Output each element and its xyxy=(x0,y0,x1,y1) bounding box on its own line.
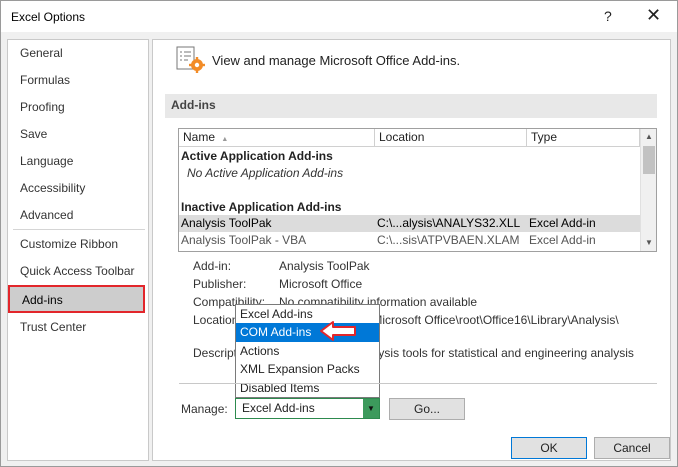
section-title: Add-ins xyxy=(171,98,216,112)
table-row[interactable]: Analysis ToolPak C:\...alysis\ANALYS32.X… xyxy=(179,215,640,232)
list-scrollbar[interactable]: ▲ ▼ xyxy=(640,129,656,251)
sort-ascending-icon: ▲ xyxy=(221,136,229,143)
addins-section-header: Add-ins xyxy=(165,94,657,118)
addin-label: Add-in: xyxy=(193,259,232,273)
row-type: Excel Add-in xyxy=(529,216,596,230)
divider xyxy=(179,383,657,384)
nav-item-accessibility[interactable]: Accessibility xyxy=(20,178,85,198)
column-header-location[interactable]: Location xyxy=(375,129,527,147)
dropdown-option-xml-expansion-packs[interactable]: XML Expansion Packs xyxy=(236,360,379,379)
nav-item-quick-access-toolbar[interactable]: Quick Access Toolbar xyxy=(20,261,135,281)
cancel-button[interactable]: Cancel xyxy=(594,437,670,459)
row-location: C:\...alysis\ANALYS32.XLL xyxy=(377,216,521,230)
nav-item-language[interactable]: Language xyxy=(20,151,73,171)
nav-item-addins[interactable]: Add-ins xyxy=(8,285,145,313)
go-button[interactable]: Go... xyxy=(389,398,465,420)
annotation-arrow-icon xyxy=(320,321,356,341)
title-bar: Excel Options ? ✕ xyxy=(1,1,677,32)
nav-item-save[interactable]: Save xyxy=(20,124,47,144)
group-active-empty: No Active Application Add-ins xyxy=(187,166,344,180)
nav-item-proofing[interactable]: Proofing xyxy=(20,97,65,117)
manage-combobox[interactable]: Excel Add-ins ▼ xyxy=(235,398,380,419)
dropdown-option-actions[interactable]: Actions xyxy=(236,342,379,361)
nav-item-customize-ribbon[interactable]: Customize Ribbon xyxy=(20,234,118,254)
scroll-down-arrow-icon[interactable]: ▼ xyxy=(641,235,656,251)
table-row[interactable]: Analysis ToolPak - VBA C:\...sis\ATPVBAE… xyxy=(179,232,640,249)
column-header-name[interactable]: Name ▲ xyxy=(179,129,375,147)
nav-item-advanced[interactable]: Advanced xyxy=(20,205,73,225)
nav-item-general[interactable]: General xyxy=(20,43,63,63)
row-name: Analysis ToolPak - VBA xyxy=(181,233,307,247)
nav-item-formulas[interactable]: Formulas xyxy=(20,70,70,90)
column-type-label: Type xyxy=(531,130,558,144)
close-button[interactable]: ✕ xyxy=(646,5,661,26)
scroll-up-arrow-icon[interactable]: ▲ xyxy=(641,129,656,145)
nav-item-addins-label: Add-ins xyxy=(22,293,63,307)
addins-list[interactable]: Name ▲ Location Type Active Application … xyxy=(178,128,657,252)
column-header-type[interactable]: Type xyxy=(527,129,640,147)
window-title: Excel Options xyxy=(11,10,86,24)
nav-item-trust-center[interactable]: Trust Center xyxy=(20,317,86,337)
page-heading: View and manage Microsoft Office Add-ins… xyxy=(212,53,461,68)
manage-selected-value: Excel Add-ins xyxy=(242,401,315,415)
help-button[interactable]: ? xyxy=(604,8,612,24)
row-type: Excel Add-in xyxy=(529,233,596,247)
scroll-thumb[interactable] xyxy=(643,146,655,174)
publisher-value: Microsoft Office xyxy=(279,277,363,291)
ok-button[interactable]: OK xyxy=(511,437,587,459)
column-location-label: Location xyxy=(379,130,425,144)
column-name-label: Name xyxy=(183,130,216,144)
dropdown-option-disabled-items[interactable]: Disabled Items xyxy=(236,379,379,398)
manage-label: Manage: xyxy=(181,402,228,416)
nav-divider xyxy=(13,229,145,230)
group-inactive-addins: Inactive Application Add-ins xyxy=(181,200,342,214)
go-button-label: Go... xyxy=(413,402,440,416)
group-active-addins: Active Application Add-ins xyxy=(181,149,333,163)
row-location: C:\...sis\ATPVBAEN.XLAM xyxy=(377,233,520,247)
row-name: Analysis ToolPak xyxy=(181,216,272,230)
addins-gear-icon xyxy=(176,46,205,73)
publisher-label: Publisher: xyxy=(193,277,247,291)
addin-value: Analysis ToolPak xyxy=(279,259,370,273)
dropdown-arrow-icon[interactable]: ▼ xyxy=(363,399,379,418)
